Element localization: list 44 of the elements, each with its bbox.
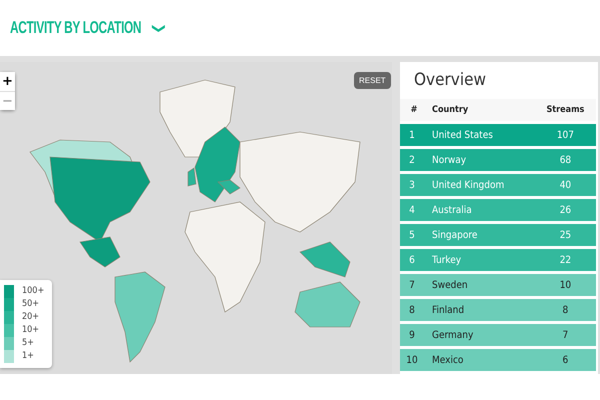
table-cell: 7 xyxy=(534,324,596,346)
table-cell: 2 xyxy=(400,149,428,171)
table-cell: Turkey xyxy=(428,249,535,271)
legend-label: 1+ xyxy=(22,350,35,363)
table-cell: 107 xyxy=(534,124,596,146)
table-cell: Australia xyxy=(428,199,535,221)
column-header: Country xyxy=(428,99,535,121)
table-cell: United States xyxy=(428,124,535,146)
table-cell: 1 xyxy=(400,124,428,146)
table-cell: Mexico xyxy=(428,349,535,371)
table-cell: 6 xyxy=(534,349,596,371)
table-cell: 8 xyxy=(534,299,596,321)
table-cell: 22 xyxy=(534,249,596,271)
table-cell: 26 xyxy=(534,199,596,221)
column-header: # xyxy=(400,99,428,121)
table-cell: 25 xyxy=(534,224,596,246)
table-cell: 40 xyxy=(534,174,596,196)
legend-label: 100+ xyxy=(22,285,44,298)
table-cell: 3 xyxy=(400,174,428,196)
table-cell: 8 xyxy=(400,299,428,321)
column-header: Streams xyxy=(534,99,596,121)
table-cell: 10 xyxy=(400,349,428,371)
table-cell: United Kingdom xyxy=(428,174,535,196)
table-cell: Norway xyxy=(428,149,535,171)
table-cell: 4 xyxy=(400,199,428,221)
legend-label: 10+ xyxy=(22,324,40,337)
table-cell: 7 xyxy=(400,274,428,296)
legend-label: 5+ xyxy=(22,337,35,350)
reset-button[interactable]: RESET xyxy=(354,72,391,89)
world-map[interactable]: + − RESET 100+ 50+ 20+ 10+ 5+ 1+ xyxy=(0,62,392,374)
table-cell: 10 xyxy=(534,274,596,296)
table-cell: Germany xyxy=(428,324,535,346)
table-cell: Finland xyxy=(428,299,535,321)
legend-label: 50+ xyxy=(22,298,40,311)
legend-label: 20+ xyxy=(22,311,40,324)
table-cell: 68 xyxy=(534,149,596,171)
table-cell: Singapore xyxy=(428,224,535,246)
table-cell: Sweden xyxy=(428,274,535,296)
table-cell: 5 xyxy=(400,224,428,246)
table-cell: 6 xyxy=(400,249,428,271)
table-cell: 9 xyxy=(400,324,428,346)
section-title: ACTIVITY BY LOCATION xyxy=(10,18,142,38)
panel-title: Overview xyxy=(413,69,488,92)
zoom-in-button[interactable]: + xyxy=(0,72,15,91)
